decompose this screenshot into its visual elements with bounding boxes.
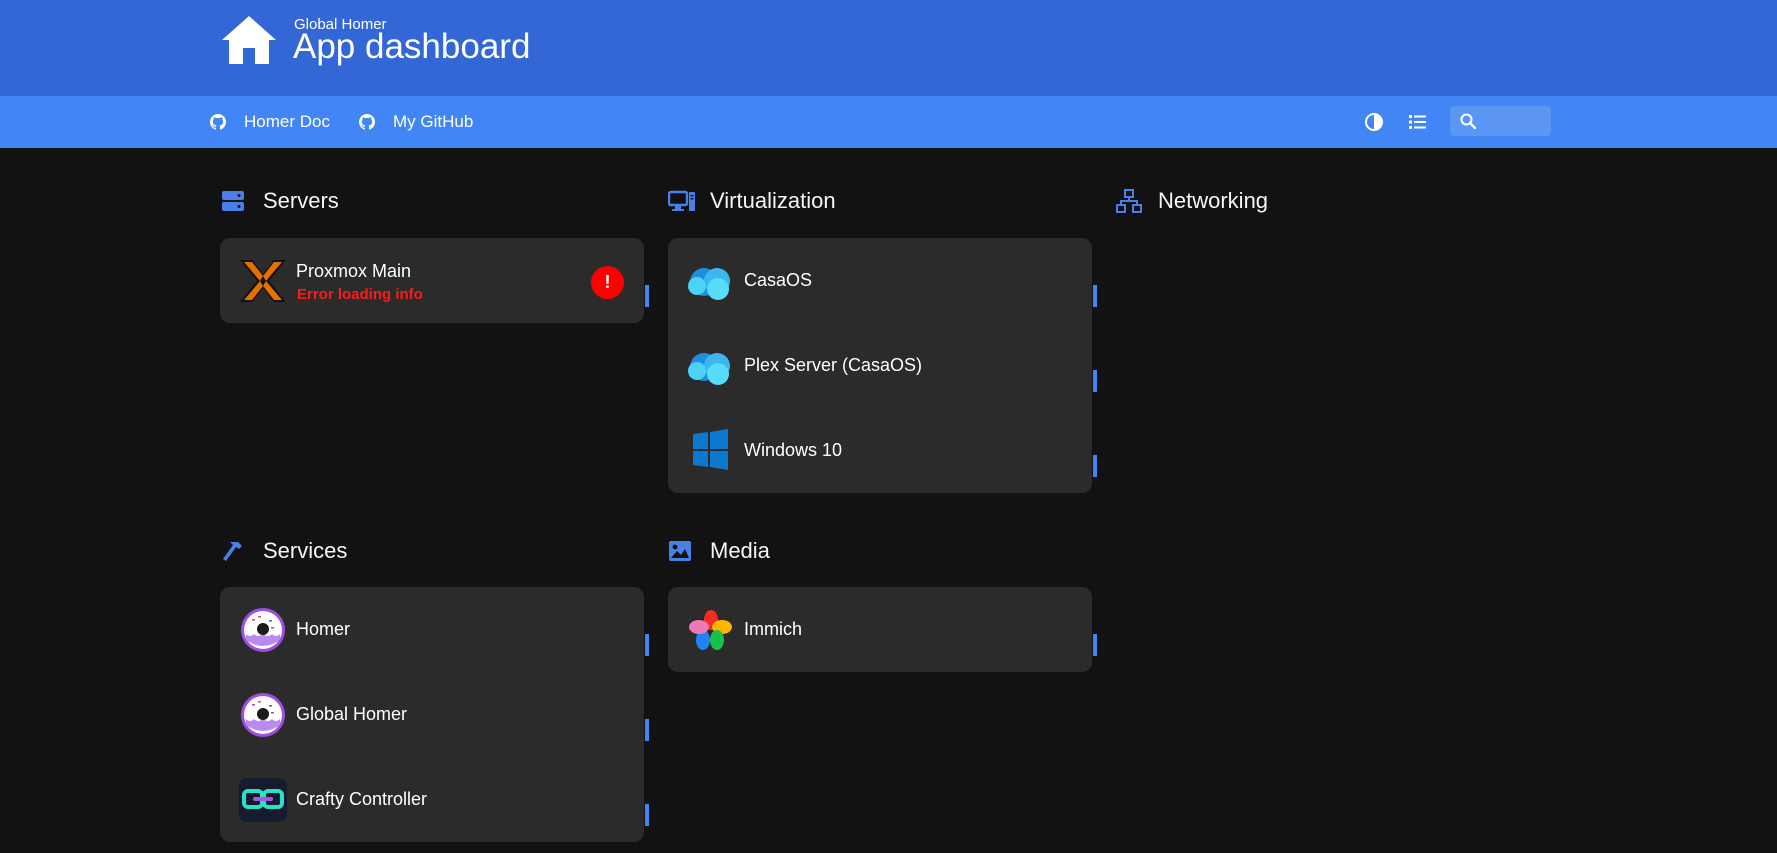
search-box[interactable] [1450,106,1551,136]
card-edge-marker [1093,634,1097,656]
service-name: CasaOS [744,270,813,290]
immich-icon [689,610,732,650]
home-icon [222,16,276,64]
group-title-label: Networking [1158,188,1269,213]
header: Global Homer App dashboard [0,0,1777,96]
card-edge-marker [645,634,649,656]
service-card-plex-server[interactable]: Plex Server (CasaOS) [668,323,1097,408]
image-icon [669,541,691,561]
group-panel-services: Homer Global Homer Crafty Controller [220,587,649,842]
group-title-networking: Networking [1116,187,1416,215]
nav-link-label: My GitHub [393,112,474,131]
group-panel-servers: Proxmox Main Error loading info ! [220,238,649,323]
service-card-windows-10[interactable]: Windows 10 [668,408,1097,493]
service-name: Global Homer [296,704,408,724]
card-edge-marker [1093,455,1097,477]
service-card-crafty-controller[interactable]: Crafty Controller [220,757,649,842]
service-card-proxmox-main[interactable]: Proxmox Main Error loading info ! [220,238,649,323]
casaos-icon [688,268,730,300]
service-name: Homer [296,619,351,639]
service-name: Crafty Controller [296,789,428,809]
github-icon [359,114,375,130]
service-name: Plex Server (CasaOS) [744,355,923,375]
desktop-icon [668,190,695,211]
service-name: Windows 10 [744,440,843,460]
group-title-services: Services [221,537,521,565]
search-icon [1460,113,1476,129]
group-title-media: Media [668,537,968,565]
service-name: Proxmox Main [296,261,412,281]
group-title-virtualization: Virtualization [668,187,968,215]
group-title-label: Media [710,538,770,563]
card-edge-marker [1093,285,1097,307]
network-icon [1116,189,1142,213]
group-panel-virtualization: CasaOS Plex Server (CasaOS) Windows 10 [668,238,1097,493]
service-status: Error loading info [297,286,423,303]
nav-link-label: Homer Doc [244,112,330,131]
error-alert-icon: ! [591,266,624,299]
nav-link-homer-doc[interactable]: Homer Doc [210,96,330,148]
github-icon [210,114,226,130]
group-title-servers: Servers [221,187,521,215]
group-title-label: Virtualization [710,188,836,213]
service-name: Immich [744,619,802,639]
list-icon[interactable] [1407,111,1429,133]
card-edge-marker [645,804,649,826]
server-icon [222,191,244,211]
nav-link-my-github[interactable]: My GitHub [359,96,473,148]
service-card-immich[interactable]: Immich [668,587,1097,672]
windows-icon [693,429,728,470]
card-edge-marker [645,719,649,741]
service-card-homer[interactable]: Homer [220,587,649,672]
group-title-label: Services [263,538,348,563]
homer-donut-icon [241,608,285,652]
contrast-icon[interactable] [1363,111,1385,133]
group-title-label: Servers [263,188,339,213]
navbar: Homer Doc My GitHub [0,96,1777,148]
homer-donut-icon [241,693,285,737]
proxmox-icon [240,260,286,302]
service-card-casaos[interactable]: CasaOS [668,238,1097,323]
hammer-icon [223,542,242,561]
group-panel-media: Immich [668,587,1097,672]
card-edge-marker [1093,370,1097,392]
casaos-icon [688,353,730,385]
search-input[interactable] [1484,110,1548,134]
page-title: App dashboard [293,27,531,66]
crafty-icon [239,778,287,822]
card-edge-marker [645,285,649,307]
service-card-global-homer[interactable]: Global Homer [220,672,649,757]
